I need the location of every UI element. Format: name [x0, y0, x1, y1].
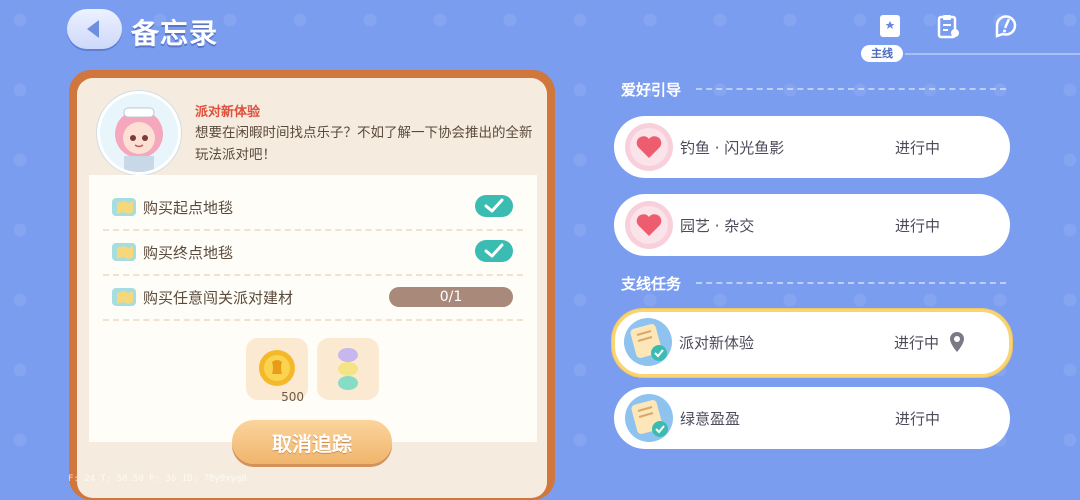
- heart-icon: [625, 201, 673, 249]
- quest-item-name: 绿意盈盈: [680, 410, 741, 428]
- clipboard-icon[interactable]: [934, 12, 962, 40]
- npc-avatar: [97, 91, 181, 175]
- back-button[interactable]: [67, 9, 122, 49]
- back-arrow-icon: [86, 20, 99, 38]
- quest-item-name: 钓鱼 · 闪光鱼影: [680, 139, 785, 157]
- quest-list-item[interactable]: 绿意盈盈 进行中: [614, 387, 1010, 449]
- cancel-tracking-button[interactable]: 取消追踪: [232, 420, 392, 464]
- task-row: 购买任意闯关派对建材 0/1: [103, 275, 523, 321]
- quest-item-status: 进行中: [895, 217, 941, 235]
- section-divider: [696, 88, 1006, 90]
- letter-icon: [624, 318, 672, 366]
- section-divider: [696, 282, 1006, 284]
- task-label: 购买任意闯关派对建材: [143, 289, 294, 307]
- location-pin-icon[interactable]: [949, 331, 965, 353]
- task-label: 购买起点地毯: [143, 199, 234, 217]
- quest-list-item[interactable]: 钓鱼 · 闪光鱼影 进行中: [614, 116, 1010, 178]
- check-icon: [475, 240, 513, 262]
- quest-item-status: 进行中: [895, 139, 941, 157]
- page-title: 备忘录: [131, 17, 219, 50]
- reward-quantity: 500: [281, 390, 304, 404]
- quest-description: 想要在闲暇时间找点乐子？不如了解一下协会推出的全新玩法派对吧！: [195, 125, 533, 163]
- heart-icon: [625, 123, 673, 171]
- map-icon: [112, 198, 136, 216]
- macaron-icon: [338, 348, 358, 390]
- quest-item-status: 进行中: [894, 334, 940, 352]
- task-row: 购买起点地毯: [103, 185, 523, 231]
- reward-slot[interactable]: 500: [246, 338, 308, 404]
- top-tab-icons: [876, 12, 1020, 40]
- letter-icon: [625, 394, 673, 442]
- quest-list-item[interactable]: 园艺 · 杂交 进行中: [614, 194, 1010, 256]
- main-tab-label: 主线: [861, 45, 903, 62]
- section-title: 爱好引导: [621, 81, 682, 99]
- quest-chat-icon[interactable]: [992, 12, 1020, 40]
- quest-name: 派对新体验: [195, 105, 261, 120]
- debug-overlay: F: 24 T: 58.50 P: 36 ID: 78y9xyg8: [68, 474, 247, 484]
- task-label: 购买终点地毯: [143, 244, 234, 262]
- quest-list-item-active[interactable]: 派对新体验 进行中: [612, 309, 1012, 377]
- quest-item-status: 进行中: [895, 410, 941, 428]
- task-progress: 0/1: [389, 287, 513, 307]
- map-icon: [112, 288, 136, 306]
- quest-item-name: 园艺 · 杂交: [680, 217, 755, 235]
- book-icon[interactable]: [876, 12, 904, 40]
- check-icon: [475, 195, 513, 217]
- section-title: 支线任务: [621, 275, 682, 293]
- tab-underline: [905, 53, 1080, 55]
- reward-slot[interactable]: [317, 338, 379, 400]
- task-row: 购买终点地毯: [103, 230, 523, 276]
- quest-item-name: 派对新体验: [679, 334, 755, 352]
- map-icon: [112, 243, 136, 261]
